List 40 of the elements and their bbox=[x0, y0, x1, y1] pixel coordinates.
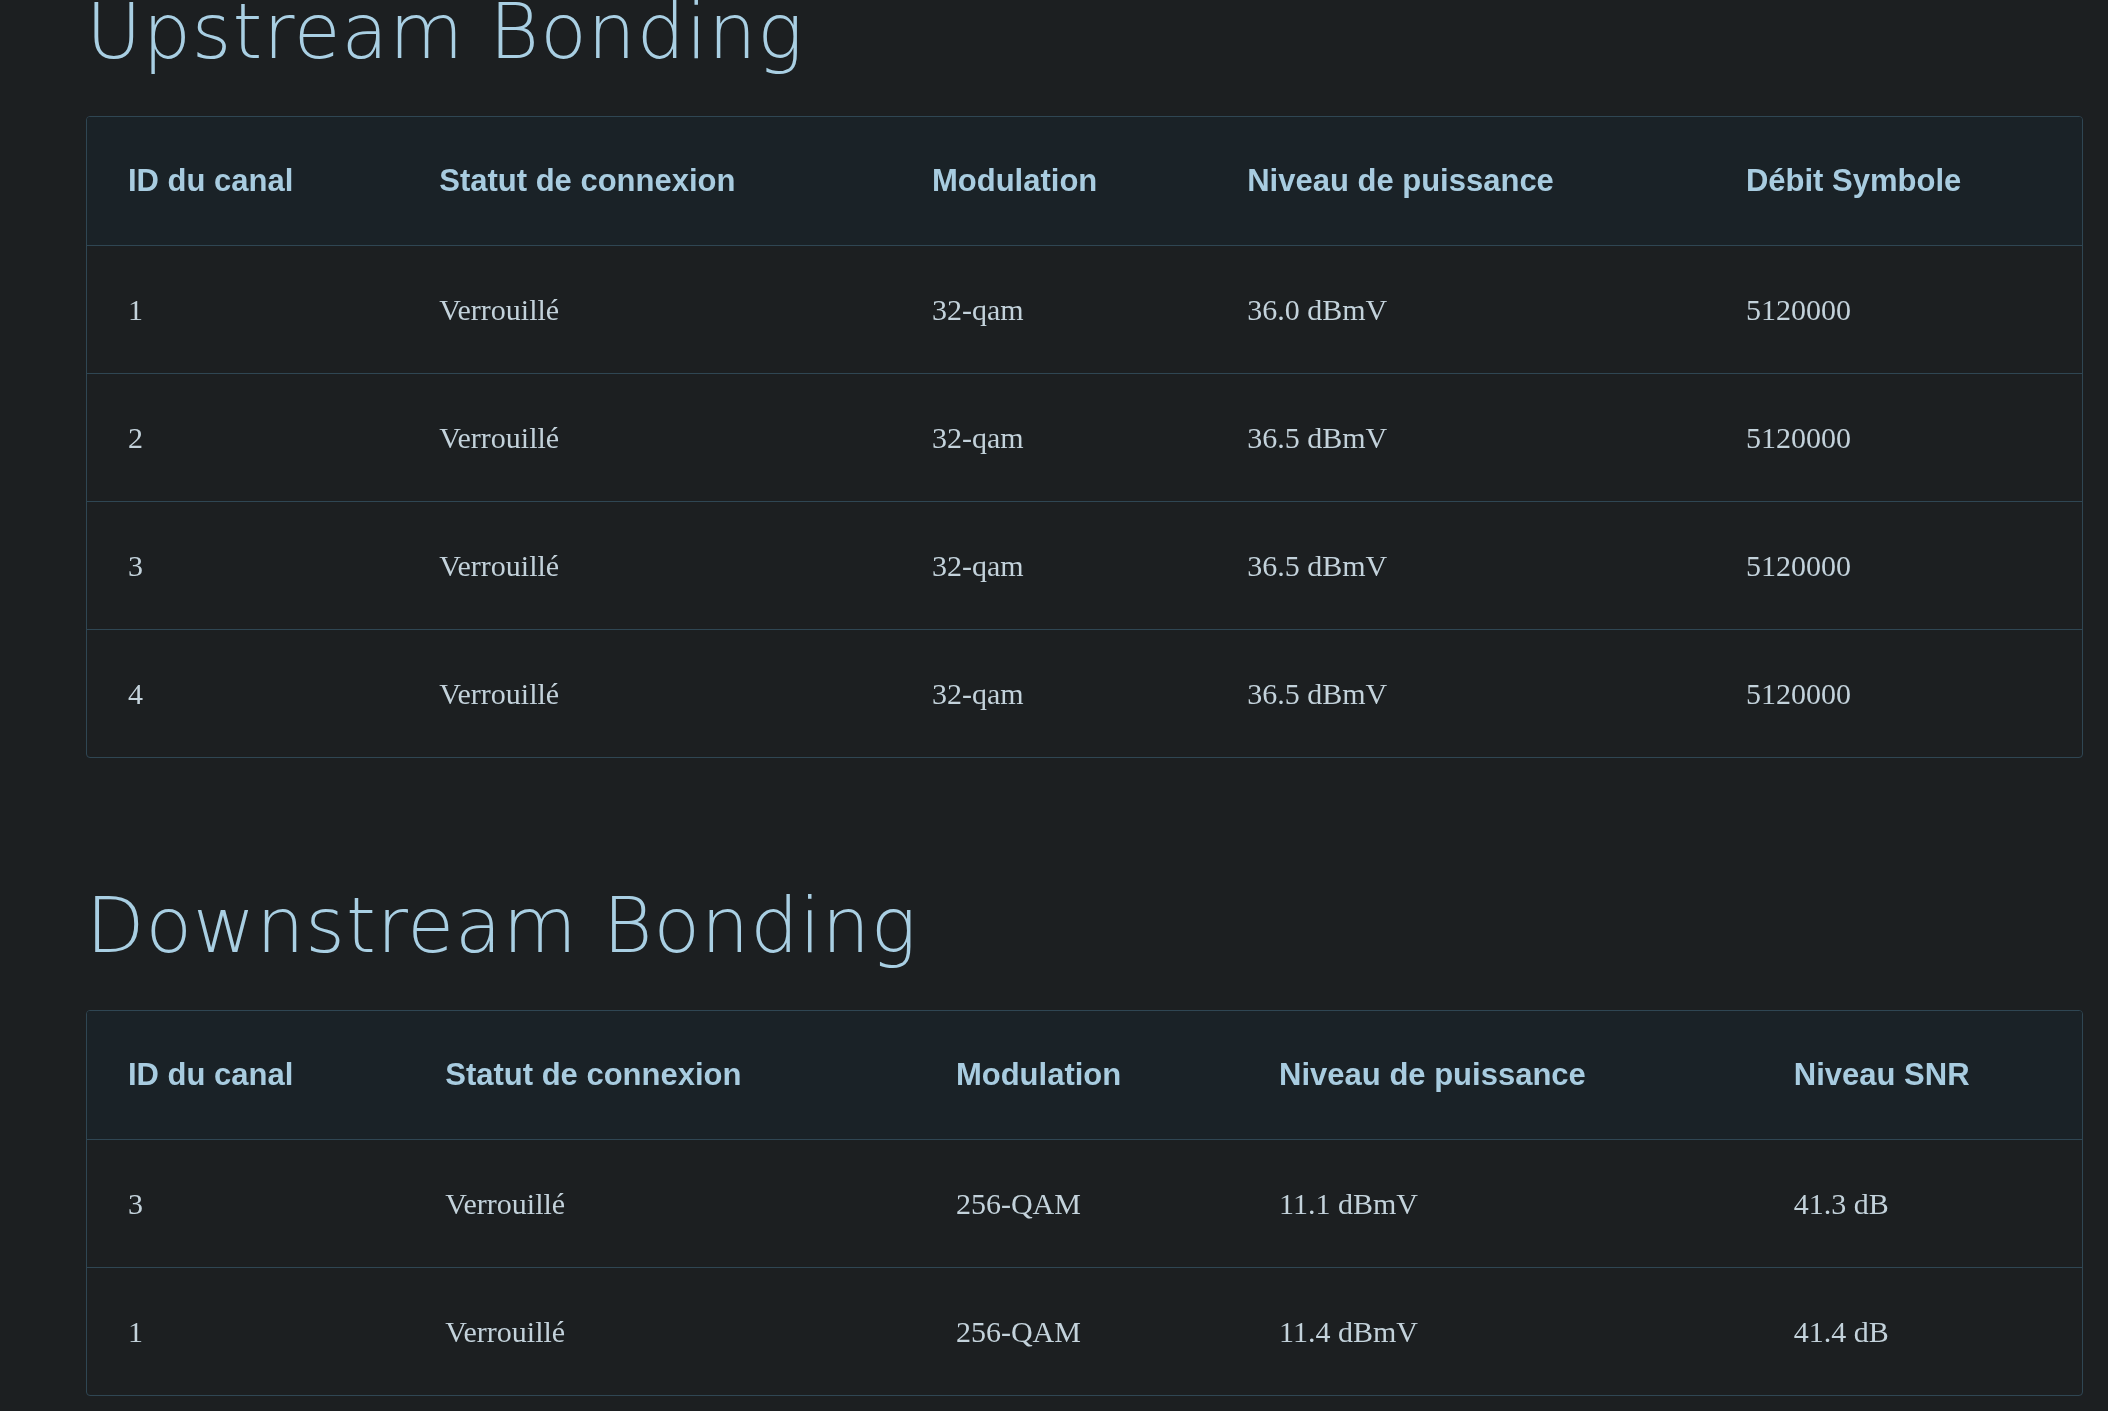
column-header: ID du canal bbox=[87, 1011, 405, 1139]
column-header: Niveau de puissance bbox=[1238, 1011, 1753, 1139]
table-cell: 5120000 bbox=[1704, 501, 2082, 629]
table-cell: 32-qam bbox=[890, 501, 1207, 629]
column-header: Statut de connexion bbox=[404, 1011, 915, 1139]
table-cell: Verrouillé bbox=[398, 629, 891, 757]
table-cell: 32-qam bbox=[890, 245, 1207, 373]
table-cell: 36.0 dBmV bbox=[1206, 245, 1705, 373]
table-cell: 1 bbox=[87, 245, 399, 373]
table-cell: 41.4 dB bbox=[1752, 1267, 2082, 1395]
column-header: Niveau SNR bbox=[1752, 1011, 2082, 1139]
table-cell: 36.5 dBmV bbox=[1206, 501, 1705, 629]
column-header: Modulation bbox=[914, 1011, 1239, 1139]
table-cell: 3 bbox=[87, 1139, 405, 1267]
table-cell: Verrouillé bbox=[404, 1139, 915, 1267]
table-cell: 32-qam bbox=[890, 629, 1207, 757]
table-cell: 36.5 dBmV bbox=[1206, 629, 1705, 757]
table-cell: 41.3 dB bbox=[1752, 1139, 2082, 1267]
column-header: Débit Symbole bbox=[1704, 117, 2082, 245]
column-header: ID du canal bbox=[87, 117, 399, 245]
column-header: Niveau de puissance bbox=[1206, 117, 1705, 245]
table-cell: 256-QAM bbox=[914, 1267, 1239, 1395]
table-cell: 11.1 dBmV bbox=[1238, 1139, 1753, 1267]
table-cell: 5120000 bbox=[1704, 373, 2082, 501]
table-cell: Verrouillé bbox=[398, 373, 891, 501]
table-cell: Verrouillé bbox=[404, 1267, 915, 1395]
table-cell: 2 bbox=[87, 373, 399, 501]
table-cell: 36.5 dBmV bbox=[1206, 373, 1705, 501]
table-cell: 5120000 bbox=[1704, 629, 2082, 757]
table-cell: Verrouillé bbox=[398, 501, 891, 629]
table-cell: 5120000 bbox=[1704, 245, 2082, 373]
table-cell: Verrouillé bbox=[398, 245, 891, 373]
table-cell: 4 bbox=[87, 629, 399, 757]
table-cell: 1 bbox=[87, 1267, 405, 1395]
column-header: Modulation bbox=[890, 117, 1207, 245]
column-header: Statut de connexion bbox=[398, 117, 891, 245]
table-cell: 11.4 dBmV bbox=[1238, 1267, 1753, 1395]
table-cell: 32-qam bbox=[890, 373, 1207, 501]
table-cell: 256-QAM bbox=[914, 1139, 1239, 1267]
table-cell: 3 bbox=[87, 501, 399, 629]
